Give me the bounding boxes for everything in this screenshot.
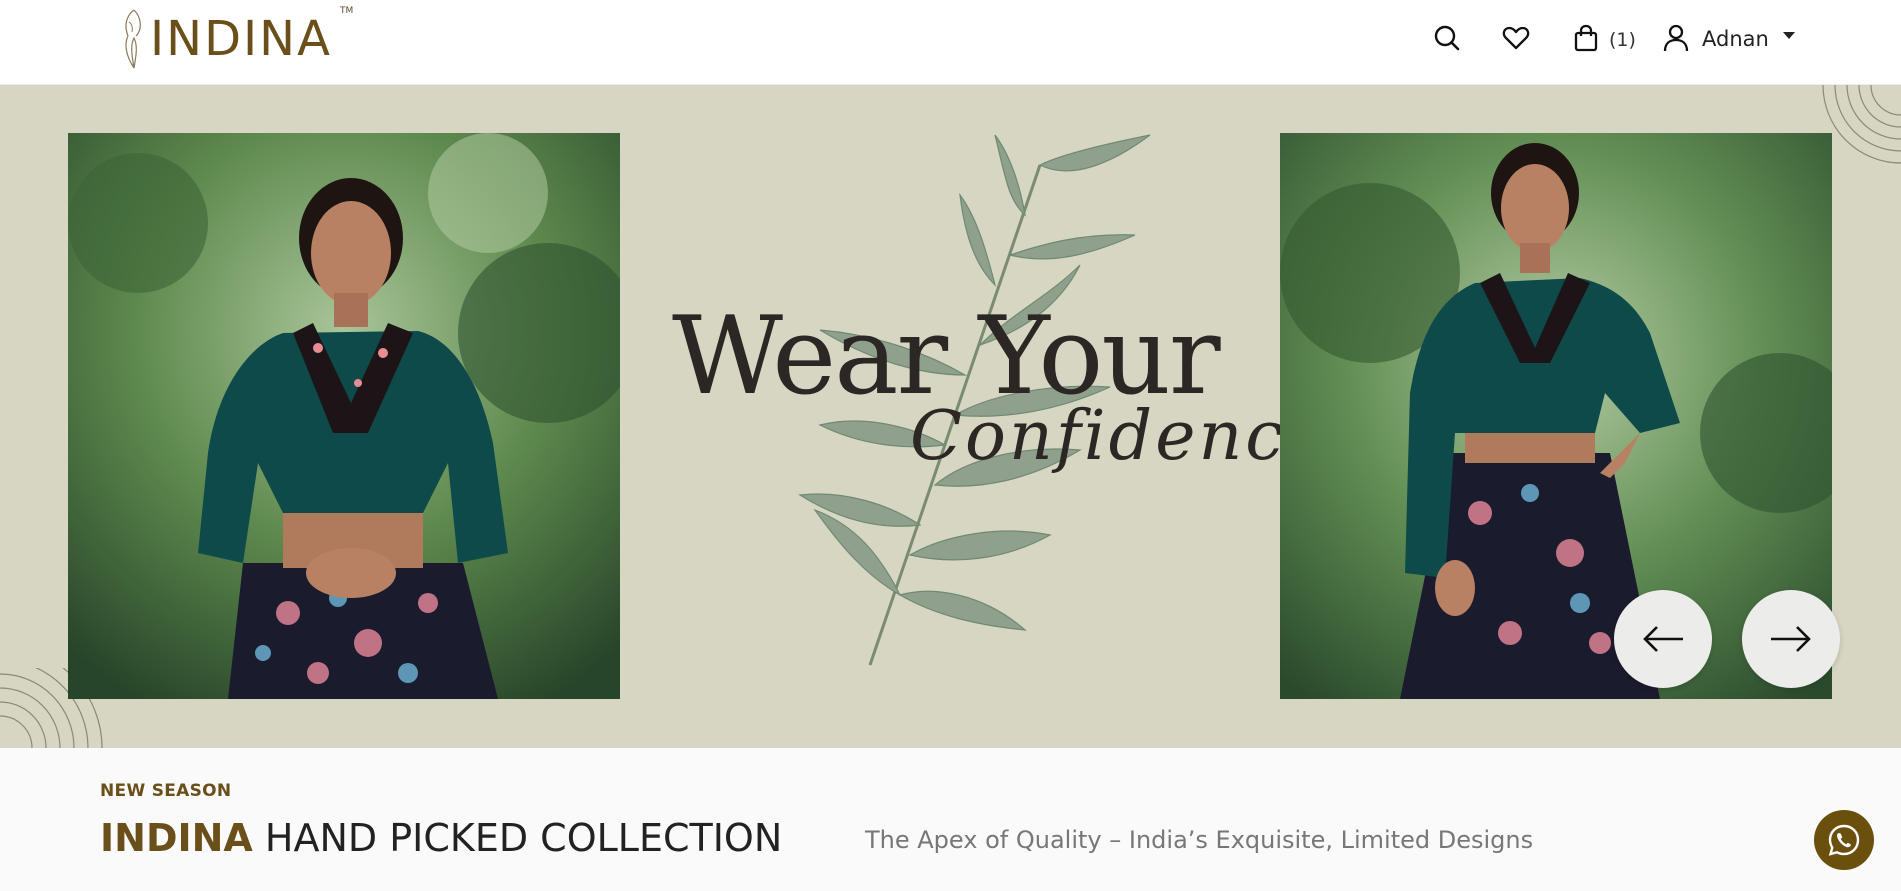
hero-subheadline: Confidence: [910, 397, 1330, 476]
collection-title: INDINA HAND PICKED COLLECTION: [100, 816, 782, 860]
carousel-prev-button[interactable]: [1614, 590, 1712, 688]
account-name[interactable]: Adnan: [1702, 27, 1769, 51]
whatsapp-chat-button[interactable]: [1814, 810, 1874, 870]
collection-title-rest: HAND PICKED COLLECTION: [252, 816, 783, 860]
brand-logo[interactable]: INDINA: [120, 4, 332, 74]
chevron-down-icon[interactable]: [1783, 32, 1795, 39]
wishlist-button[interactable]: [1500, 22, 1532, 54]
cart-count[interactable]: (1): [1609, 29, 1636, 51]
search-icon: [1434, 25, 1460, 51]
search-button[interactable]: [1431, 22, 1463, 54]
whatsapp-icon: [1828, 824, 1860, 856]
heart-icon: [1502, 26, 1530, 50]
arrow-right-icon: [1771, 626, 1811, 652]
logo-mark-icon: [125, 9, 141, 69]
arrow-left-icon: [1643, 626, 1683, 652]
hero-banner: Wear Your Confidence: [0, 85, 1901, 748]
cart-button[interactable]: [1570, 22, 1602, 54]
season-label: NEW SEASON: [100, 781, 232, 801]
user-icon: [1663, 24, 1689, 52]
carousel-next-button[interactable]: [1742, 590, 1840, 688]
account-button[interactable]: [1660, 22, 1692, 54]
collection-tagline: The Apex of Quality – India’s Exquisite,…: [865, 826, 1534, 854]
logo-trademark: TM: [340, 6, 354, 16]
site-header: INDINA TM (1) Adnan: [0, 0, 1901, 85]
model-photo-left: [68, 133, 620, 699]
hero-photo-left: [68, 133, 620, 699]
bag-icon: [1574, 24, 1598, 52]
collection-title-brand: INDINA: [100, 816, 253, 860]
logo-text: INDINA: [150, 11, 332, 67]
collection-section: NEW SEASON INDINA HAND PICKED COLLECTION…: [0, 748, 1901, 891]
hero-headline: Wear Your: [672, 294, 1221, 419]
